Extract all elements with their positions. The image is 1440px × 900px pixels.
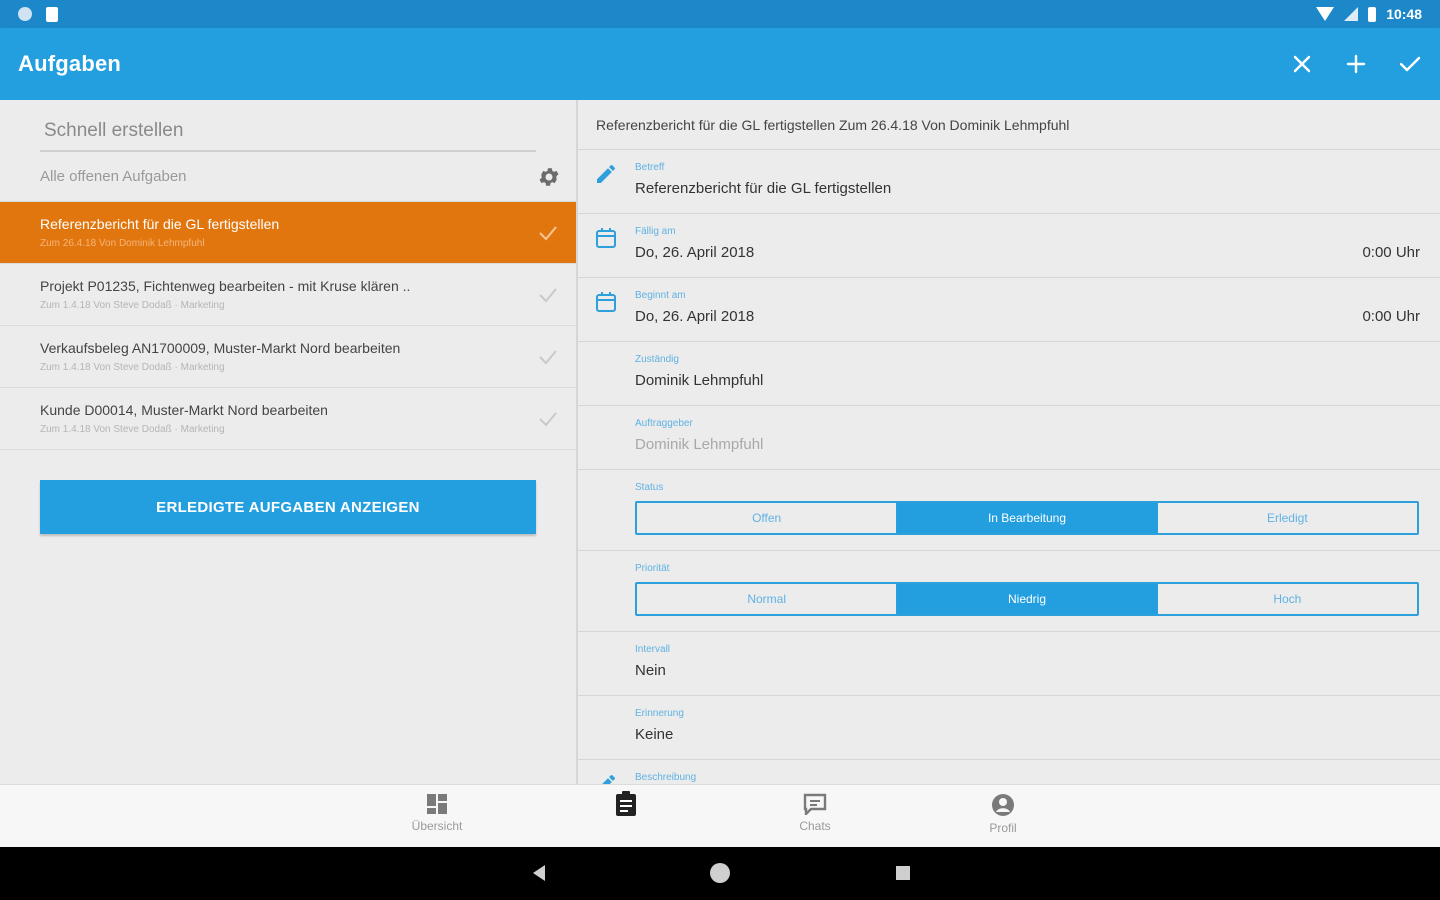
check-icon — [1399, 56, 1421, 72]
bottom-navigation: Übersicht Chats Profil — [0, 784, 1440, 847]
gear-icon[interactable] — [537, 165, 561, 189]
field-label: Zuständig — [635, 354, 679, 365]
clipboard-icon — [616, 791, 636, 816]
nav-label: Übersicht — [411, 819, 463, 833]
due-date-value: Do, 26. April 2018 — [635, 244, 755, 261]
status-bar: 10:48 — [0, 0, 1440, 28]
task-title: Referenzbericht für die GL fertigstellen — [40, 216, 280, 232]
task-item[interactable]: Kunde D00014, Muster-Markt Nord bearbeit… — [0, 388, 577, 450]
home-icon[interactable] — [709, 862, 731, 884]
priority-option-low[interactable]: Niedrig — [897, 584, 1158, 614]
subject-field[interactable]: Betreff Referenzbericht für die GL ferti… — [578, 150, 1440, 214]
priority-option-normal[interactable]: Normal — [637, 584, 898, 614]
nav-tasks[interactable] — [586, 791, 666, 821]
show-completed-button[interactable]: ERLEDIGTE AUFGABEN ANZEIGEN — [40, 480, 536, 534]
field-label: Beginnt am — [635, 290, 686, 301]
dashboard-icon — [427, 794, 447, 814]
save-button[interactable] — [1398, 52, 1422, 76]
check-icon[interactable] — [537, 346, 559, 368]
task-list-pane: Schnell erstellen Alle offenen Aufgaben … — [0, 100, 577, 784]
requester-field: Auftraggeber Dominik Lehmpfuhl — [578, 406, 1440, 470]
task-meta: Zum 1.4.18 Von Steve Dodaß · Marketing — [40, 300, 225, 311]
reminder-field[interactable]: Erinnerung Keine — [578, 696, 1440, 760]
system-navigation-bar — [0, 847, 1440, 900]
calendar-icon — [596, 228, 616, 248]
quick-create-input[interactable]: Schnell erstellen — [40, 112, 536, 152]
status-option-done[interactable]: Erledigt — [1158, 503, 1417, 533]
check-icon[interactable] — [537, 222, 559, 244]
add-button[interactable] — [1344, 52, 1368, 76]
sd-card-icon — [46, 6, 58, 22]
check-icon[interactable] — [537, 408, 559, 430]
nav-label: Profil — [989, 821, 1017, 835]
task-item[interactable]: Referenzbericht für die GL fertigstellen… — [0, 202, 577, 264]
field-label: Beschreibung — [635, 772, 697, 783]
task-detail-pane: Referenzbericht für die GL fertigstellen… — [578, 100, 1440, 784]
field-value: Referenzbericht für die GL fertigstellen — [635, 180, 892, 197]
check-icon[interactable] — [537, 284, 559, 306]
status-option-in-progress[interactable]: In Bearbeitung — [897, 503, 1158, 533]
add-icon — [1346, 54, 1366, 74]
field-value: Keine — [635, 726, 674, 743]
battery-icon — [1368, 6, 1377, 22]
pencil-icon — [597, 165, 615, 183]
status-option-open[interactable]: Offen — [637, 503, 898, 533]
chat-icon — [803, 793, 827, 815]
assignee-field[interactable]: Zuständig Dominik Lehmpfuhl — [578, 342, 1440, 406]
task-title: Kunde D00014, Muster-Markt Nord bearbeit… — [40, 402, 328, 418]
nav-overview[interactable]: Übersicht — [397, 793, 477, 833]
task-item[interactable]: Projekt P01235, Fichtenweg bearbeiten - … — [0, 264, 577, 326]
task-title: Verkaufsbeleg AN1700009, Muster-Markt No… — [40, 340, 401, 356]
field-value: Nein — [635, 662, 666, 679]
description-field[interactable]: Beschreibung — [578, 760, 1440, 784]
task-item[interactable]: Verkaufsbeleg AN1700009, Muster-Markt No… — [0, 326, 577, 388]
recents-icon[interactable] — [895, 865, 911, 881]
pencil-icon — [602, 775, 615, 784]
field-label: Status — [635, 482, 664, 493]
nav-label: Chats — [799, 819, 831, 833]
nav-profile[interactable]: Profil — [963, 793, 1043, 835]
notification-icon — [18, 7, 32, 21]
task-meta: Zum 26.4.18 Von Dominik Lehmpfuhl — [40, 238, 205, 249]
field-value: Dominik Lehmpfuhl — [635, 436, 764, 453]
profile-icon — [992, 794, 1014, 816]
status-time: 10:48 — [1386, 6, 1422, 22]
page-title: Aufgaben — [18, 51, 122, 76]
field-label: Priorität — [635, 563, 670, 574]
task-meta: Zum 1.4.18 Von Steve Dodaß · Marketing — [40, 424, 225, 435]
status-segmented-control: Offen In Bearbeitung Erledigt — [635, 501, 1419, 535]
start-time-value[interactable]: 0:00 Uhr — [1362, 308, 1420, 325]
calendar-icon — [596, 292, 616, 312]
field-value: Dominik Lehmpfuhl — [635, 372, 764, 389]
signal-icon — [1344, 7, 1359, 21]
task-meta: Zum 1.4.18 Von Steve Dodaß · Marketing — [40, 362, 225, 373]
app-bar: Aufgaben — [0, 28, 1440, 100]
field-label: Erinnerung — [635, 708, 684, 719]
filter-label: Alle offenen Aufgaben — [40, 168, 187, 185]
close-icon — [1293, 55, 1311, 73]
task-title: Projekt P01235, Fichtenweg bearbeiten - … — [40, 278, 411, 294]
field-label: Intervall — [635, 644, 671, 655]
field-label: Auftraggeber — [635, 418, 693, 429]
priority-option-high[interactable]: Hoch — [1158, 584, 1417, 614]
start-date-field[interactable]: Beginnt am Do, 26. April 2018 0:00 Uhr — [578, 278, 1440, 342]
interval-field[interactable]: Intervall Nein — [578, 632, 1440, 696]
close-button[interactable] — [1290, 52, 1314, 76]
filter-row[interactable]: Alle offenen Aufgaben — [0, 152, 577, 202]
field-label: Fällig am — [635, 226, 676, 237]
back-icon[interactable] — [531, 864, 547, 882]
due-time-value[interactable]: 0:00 Uhr — [1362, 244, 1420, 261]
field-label: Betreff — [635, 162, 665, 173]
priority-segmented-control: Normal Niedrig Hoch — [635, 582, 1419, 616]
start-date-value: Do, 26. April 2018 — [635, 308, 755, 325]
priority-field: Priorität Normal Niedrig Hoch — [578, 551, 1440, 632]
status-field: Status Offen In Bearbeitung Erledigt — [578, 470, 1440, 551]
detail-header: Referenzbericht für die GL fertigstellen… — [578, 100, 1440, 150]
wifi-icon — [1316, 7, 1335, 21]
nav-chats[interactable]: Chats — [775, 793, 855, 833]
due-date-field[interactable]: Fällig am Do, 26. April 2018 0:00 Uhr — [578, 214, 1440, 278]
